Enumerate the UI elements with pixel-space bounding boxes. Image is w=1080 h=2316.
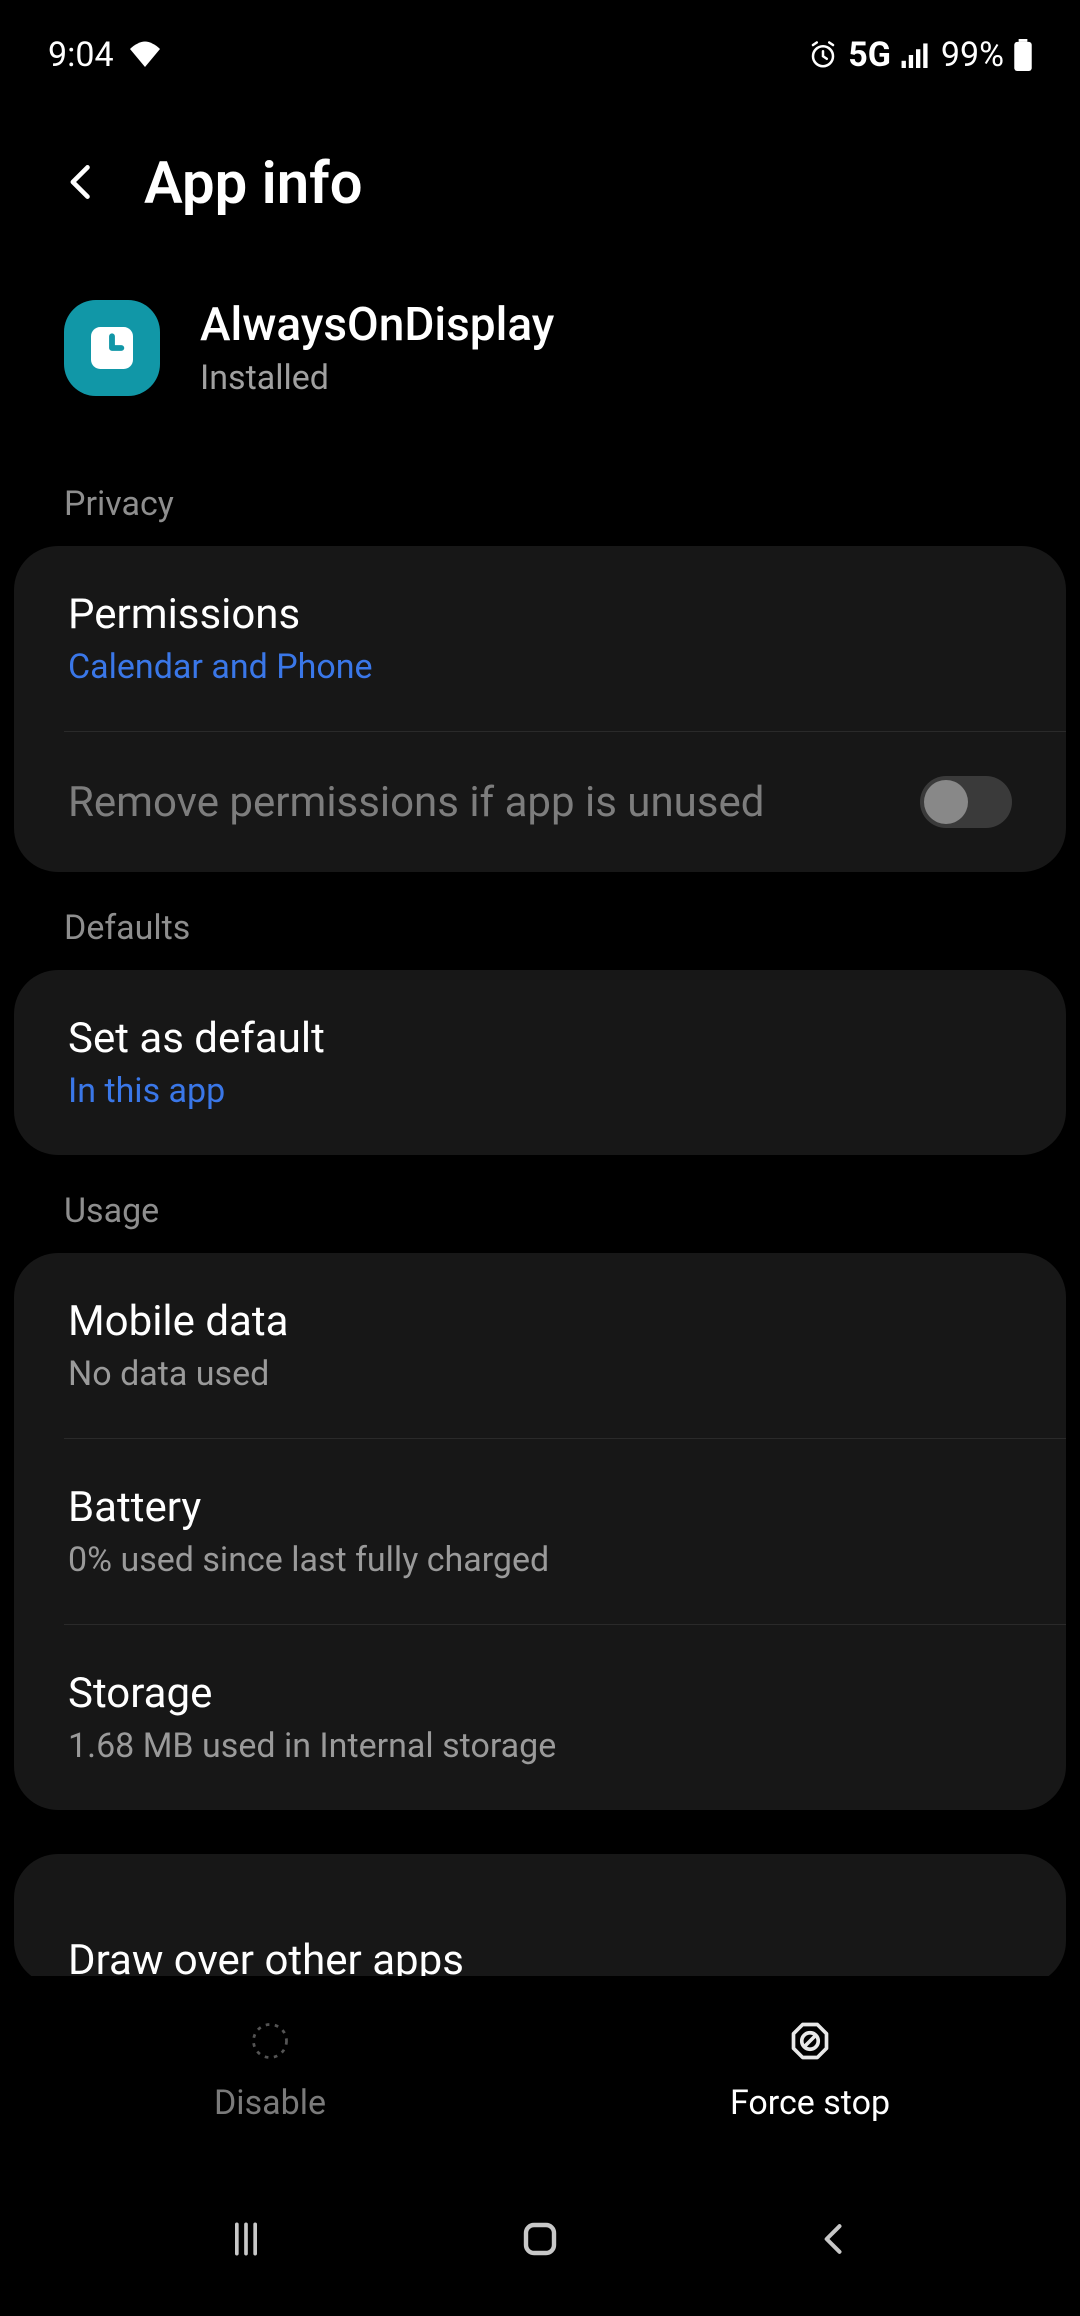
disable-button[interactable]: Disable <box>0 2019 540 2123</box>
section-header-privacy: Privacy <box>0 448 1080 546</box>
force-stop-button[interactable]: Force stop <box>540 2019 1080 2123</box>
system-nav-bar <box>0 2166 1080 2316</box>
row-remove-permissions-title: Remove permissions if app is unused <box>68 778 880 827</box>
section-header-defaults: Defaults <box>0 872 1080 970</box>
signal-icon <box>901 42 931 68</box>
disable-label: Disable <box>214 2083 326 2123</box>
row-storage-title: Storage <box>68 1669 1012 1718</box>
nav-back[interactable] <box>812 2217 856 2265</box>
row-permissions-title: Permissions <box>68 590 1012 639</box>
force-stop-icon <box>788 2019 832 2067</box>
row-storage-subtitle: 1.68 MB used in Internal storage <box>68 1726 1012 1766</box>
status-battery-pct: 99% <box>941 35 1004 75</box>
nav-home[interactable] <box>516 2215 564 2267</box>
row-set-default-title: Set as default <box>68 1014 1012 1063</box>
disable-icon <box>248 2019 292 2067</box>
card-defaults: Set as default In this app <box>14 970 1066 1155</box>
app-identity: AlwaysOnDisplay Installed <box>0 258 1080 448</box>
force-stop-label: Force stop <box>730 2083 890 2123</box>
wifi-icon <box>126 40 164 70</box>
back-button[interactable] <box>60 160 104 208</box>
row-permissions[interactable]: Permissions Calendar and Phone <box>14 546 1066 731</box>
row-battery-title: Battery <box>68 1483 1012 1532</box>
page-title: App info <box>144 150 363 218</box>
nav-recents[interactable] <box>224 2217 268 2265</box>
card-next: Draw over other apps <box>14 1854 1066 1985</box>
bottom-action-bar: Disable Force stop <box>0 1976 1080 2166</box>
row-set-default[interactable]: Set as default In this app <box>14 970 1066 1155</box>
section-header-usage: Usage <box>0 1155 1080 1253</box>
row-mobile-data-title: Mobile data <box>68 1297 1012 1346</box>
app-install-status: Installed <box>200 358 554 398</box>
toggle-remove-permissions[interactable] <box>920 776 1012 828</box>
battery-icon <box>1014 39 1032 71</box>
row-battery[interactable]: Battery 0% used since last fully charged <box>64 1438 1066 1624</box>
row-remove-permissions[interactable]: Remove permissions if app is unused <box>64 731 1066 872</box>
row-storage[interactable]: Storage 1.68 MB used in Internal storage <box>64 1624 1066 1810</box>
app-icon <box>64 300 160 396</box>
header: App info <box>0 90 1080 258</box>
row-battery-subtitle: 0% used since last fully charged <box>68 1540 1012 1580</box>
app-name: AlwaysOnDisplay <box>200 298 554 352</box>
status-bar: 9:04 5G <box>0 0 1080 90</box>
row-set-default-subtitle: In this app <box>68 1071 1012 1111</box>
status-network: 5G <box>848 35 891 75</box>
row-mobile-data-subtitle: No data used <box>68 1354 1012 1394</box>
row-permissions-subtitle: Calendar and Phone <box>68 647 1012 687</box>
row-draw-over[interactable]: Draw over other apps <box>14 1892 1066 1985</box>
card-privacy: Permissions Calendar and Phone Remove pe… <box>14 546 1066 872</box>
card-usage: Mobile data No data used Battery 0% used… <box>14 1253 1066 1810</box>
alarm-icon <box>808 40 838 70</box>
row-mobile-data[interactable]: Mobile data No data used <box>14 1253 1066 1438</box>
status-time: 9:04 <box>48 35 114 75</box>
